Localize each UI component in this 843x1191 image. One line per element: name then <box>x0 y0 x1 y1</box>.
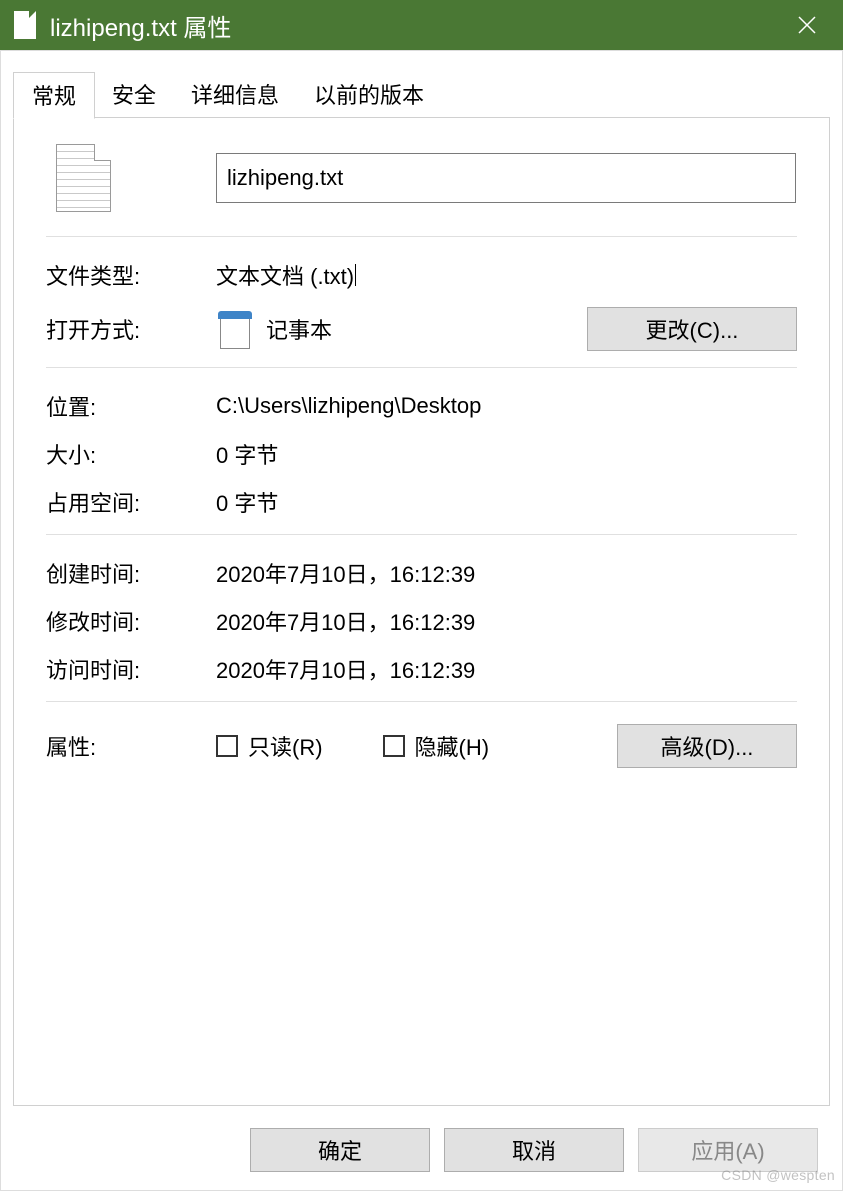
cancel-button[interactable]: 取消 <box>444 1128 624 1172</box>
filetype-value: 文本文档 (.txt) <box>216 259 797 291</box>
checkbox-icon <box>383 735 405 757</box>
readonly-checkbox[interactable]: 只读(R) <box>216 730 323 762</box>
ok-button[interactable]: 确定 <box>250 1128 430 1172</box>
file-type-icon <box>56 144 111 212</box>
readonly-label: 只读(R) <box>248 730 323 762</box>
modified-value: 2020年7月10日，16:12:39 <box>216 605 797 637</box>
location-value: C:\Users\lizhipeng\Desktop <box>216 393 797 419</box>
hidden-label: 隐藏(H) <box>415 730 490 762</box>
accessed-label: 访问时间: <box>46 653 216 685</box>
tab-details[interactable]: 详细信息 <box>173 72 297 118</box>
divider <box>46 534 797 535</box>
size-label: 大小: <box>46 438 216 470</box>
opens-with-label: 打开方式: <box>46 313 216 345</box>
advanced-button[interactable]: 高级(D)... <box>617 724 797 768</box>
hidden-checkbox[interactable]: 隐藏(H) <box>383 730 490 762</box>
size-on-disk-label: 占用空间: <box>46 486 216 518</box>
dialog-footer: 确定 取消 应用(A) <box>13 1106 830 1178</box>
change-button[interactable]: 更改(C)... <box>587 307 797 351</box>
filename-input[interactable] <box>216 153 796 203</box>
tab-bar: 常规 安全 详细信息 以前的版本 <box>13 76 830 118</box>
divider <box>46 367 797 368</box>
attributes-label: 属性: <box>46 730 216 762</box>
location-label: 位置: <box>46 390 216 422</box>
created-label: 创建时间: <box>46 557 216 589</box>
checkbox-icon <box>216 735 238 757</box>
notepad-icon <box>216 309 252 349</box>
divider <box>46 236 797 237</box>
tab-security[interactable]: 安全 <box>94 72 174 118</box>
close-button[interactable] <box>771 0 843 50</box>
size-on-disk-value: 0 字节 <box>216 486 797 518</box>
modified-label: 修改时间: <box>46 605 216 637</box>
created-value: 2020年7月10日，16:12:39 <box>216 557 797 589</box>
close-icon <box>798 16 816 34</box>
apply-button[interactable]: 应用(A) <box>638 1128 818 1172</box>
properties-dialog: lizhipeng.txt 属性 常规 安全 详细信息 以前的版本 <box>0 0 843 1191</box>
opens-with-value: 记事本 <box>266 313 332 345</box>
titlebar[interactable]: lizhipeng.txt 属性 <box>0 0 843 50</box>
file-icon <box>14 11 36 39</box>
filetype-label: 文件类型: <box>46 259 216 291</box>
tab-general[interactable]: 常规 <box>13 72 95 119</box>
watermark: CSDN @wespten <box>721 1167 835 1183</box>
divider <box>46 701 797 702</box>
size-value: 0 字节 <box>216 438 797 470</box>
window-title: lizhipeng.txt 属性 <box>50 8 771 43</box>
tab-previous-versions[interactable]: 以前的版本 <box>296 72 442 118</box>
accessed-value: 2020年7月10日，16:12:39 <box>216 653 797 685</box>
tab-panel-general: 文件类型: 文本文档 (.txt) 打开方式: 记事本 更改(C)... 位置:… <box>13 118 830 1106</box>
